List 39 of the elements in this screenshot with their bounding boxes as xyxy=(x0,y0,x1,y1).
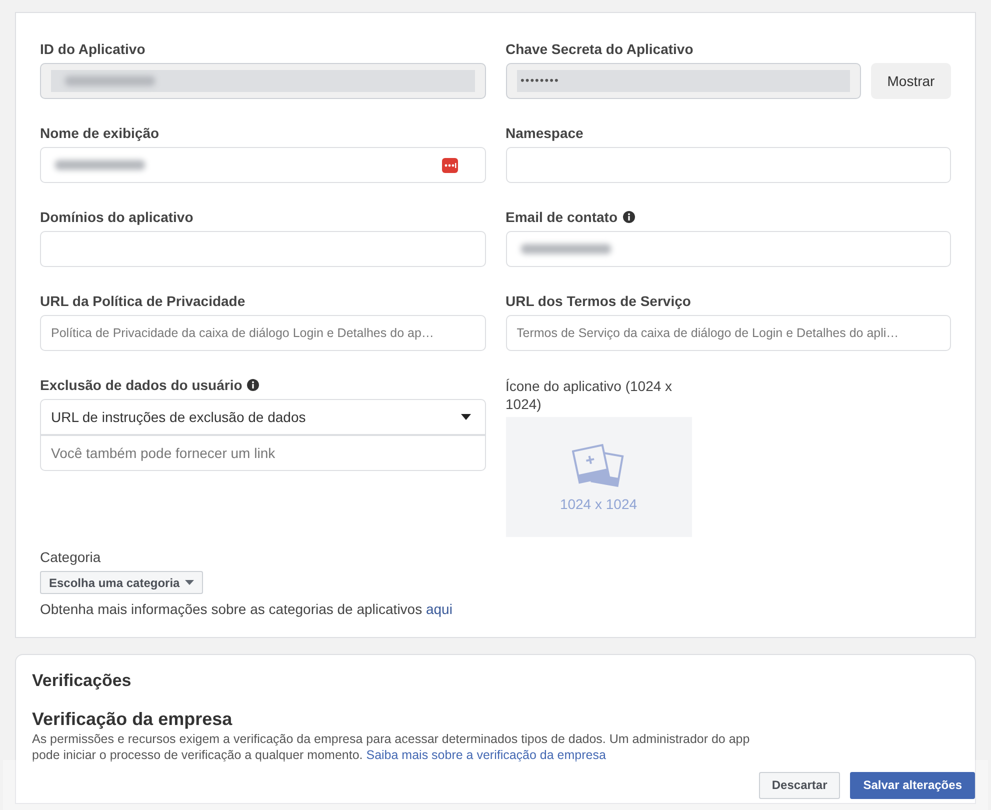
field-label: ID do Aplicativo xyxy=(40,41,146,57)
caret-icon xyxy=(460,414,470,420)
info-icon[interactable] xyxy=(622,211,635,223)
field-label: Chave Secreta do Aplicativo xyxy=(506,41,694,57)
field-label: Domínios do aplicativo xyxy=(40,209,194,225)
discard-button[interactable]: Descartar xyxy=(758,772,840,798)
dropdown[interactable]: URL de instruções de exclusão de dados xyxy=(40,399,486,435)
app-id-field[interactable] xyxy=(40,63,486,99)
help-text: Obtenha mais informações sobre as categorias de aplicativos aqui xyxy=(40,601,454,617)
here-link[interactable]: aqui xyxy=(426,601,452,617)
show-button[interactable]: Mostrar xyxy=(871,63,951,99)
dots-icon[interactable] xyxy=(442,158,458,173)
input-field[interactable] xyxy=(506,231,951,267)
category-dropdown[interactable]: Escolha uma categoria xyxy=(40,571,203,594)
field-label: Email de contato xyxy=(506,209,618,225)
input-field[interactable]: Termos de Serviço da caixa de diálogo de Login e Detalhes do apli… xyxy=(506,315,951,351)
section-title: Verificações xyxy=(32,671,132,691)
input-field[interactable]: Política de Privacidade da caixa de diálogo Login e Detalhes do ap… xyxy=(40,315,486,351)
field-label: URL dos Termos de Serviço xyxy=(506,293,691,309)
secret-field[interactable]: •••••••• xyxy=(506,63,861,99)
learn-more-link[interactable]: Saiba mais sobre a verificação da empresa xyxy=(366,748,606,762)
masked-value: •••••••• xyxy=(520,75,560,87)
input-field[interactable] xyxy=(40,147,486,183)
info-icon[interactable] xyxy=(247,379,260,391)
section-subtitle: Verificação da empresa xyxy=(32,709,234,730)
field-label: Nome de exibição xyxy=(40,125,160,141)
description-text: As permissões e recursos exigem a verificação da empresa para acessar determinados tipos de dados. Um administrador do app pode iniciar o processo de verificação a qualquer momento. Saiba mais sobre a verificação da empresa xyxy=(32,731,751,763)
field-label: URL da Política de Privacidade xyxy=(40,293,246,309)
field-label: Namespace xyxy=(506,125,584,141)
field-label: Exclusão de dados do usuário xyxy=(40,377,242,393)
input-field[interactable] xyxy=(506,147,951,183)
input-field[interactable]: Você também pode fornecer um link xyxy=(40,435,486,471)
category-label: Categoria xyxy=(40,549,102,565)
photos-icon xyxy=(572,442,626,490)
size-caption: 1024 x 1024 xyxy=(560,496,638,512)
caret-icon xyxy=(184,580,194,585)
field-label: Ícone do aplicativo (1024 x 1024) xyxy=(506,377,674,413)
input-field[interactable] xyxy=(40,231,486,267)
save-button[interactable]: Salvar alterações xyxy=(850,772,975,798)
